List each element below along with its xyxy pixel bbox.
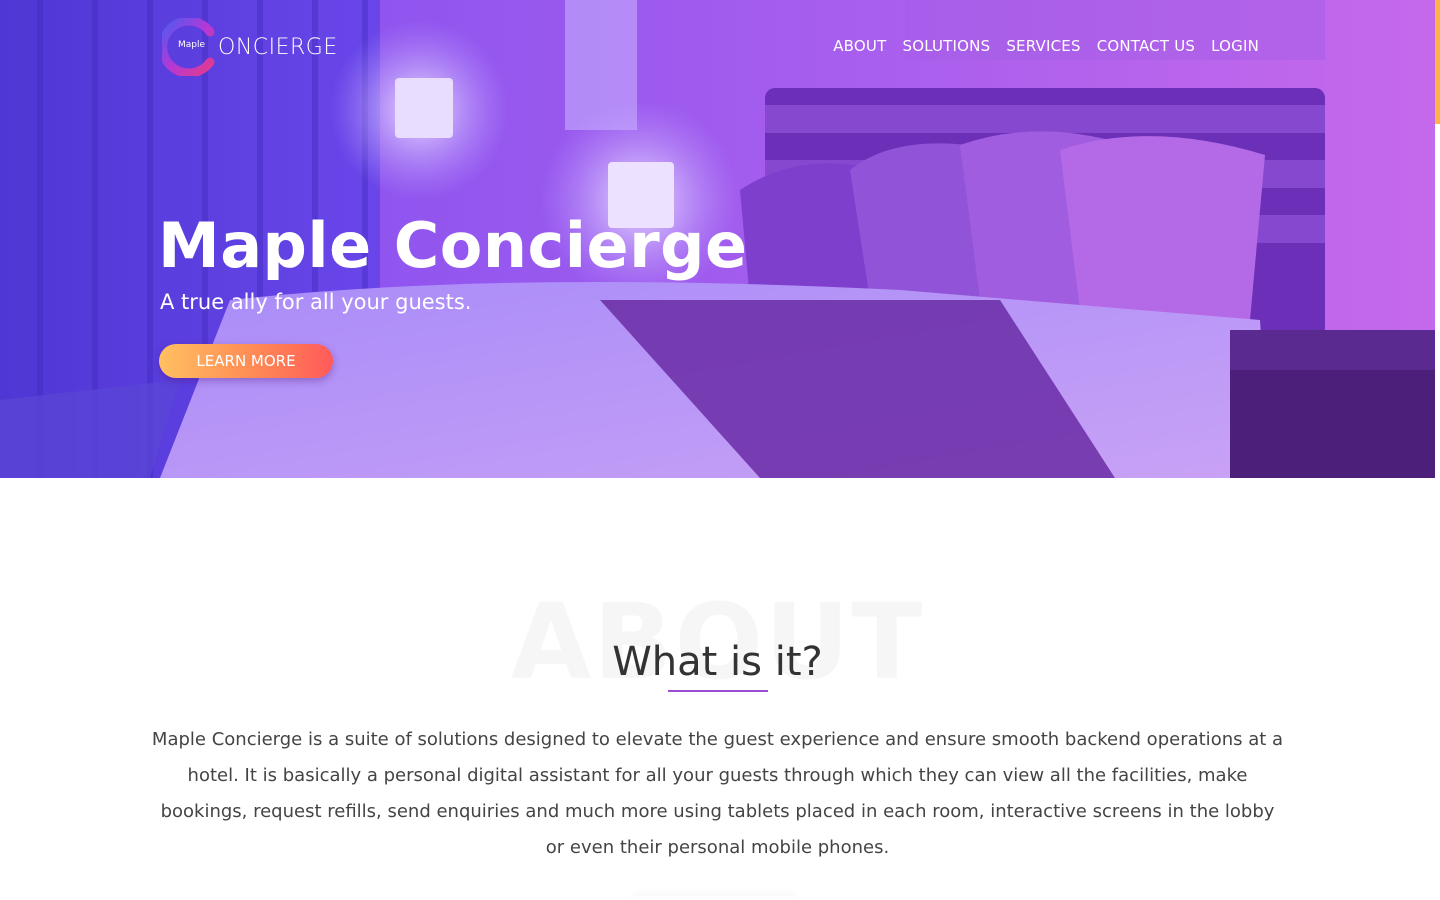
brand-logo[interactable]: Maple ONCIERGE — [162, 18, 338, 76]
nav-item-about[interactable]: ABOUT — [833, 36, 886, 56]
logo-wordmark: ONCIERGE — [218, 34, 338, 60]
nav-item-services[interactable]: SERVICES — [1006, 36, 1080, 56]
divider — [632, 896, 796, 900]
heading-underline — [668, 690, 768, 692]
logo-small-text: Maple — [178, 40, 206, 50]
hero-subtitle: A true ally for all your guests. — [160, 290, 472, 314]
scrollbar-thumb[interactable] — [1435, 0, 1440, 124]
maple-c-logo-icon: Maple — [162, 18, 216, 76]
hero-title: Maple Concierge — [158, 209, 748, 282]
learn-more-button[interactable]: LEARN MORE — [159, 344, 333, 378]
hero-section: Maple ONCIERGE ABOUT SOLUTIONS SERVICES … — [0, 0, 1435, 478]
nav-item-solutions[interactable]: SOLUTIONS — [902, 36, 990, 56]
nav-item-contact-us[interactable]: CONTACT US — [1097, 36, 1195, 56]
nav-item-login[interactable]: LOGIN — [1211, 36, 1259, 56]
about-heading: What is it? — [612, 639, 823, 685]
about-description: Maple Concierge is a suite of solutions … — [151, 729, 1284, 858]
main-nav: ABOUT SOLUTIONS SERVICES CONTACT US LOGI… — [833, 36, 1259, 56]
scrollbar[interactable] — [1435, 0, 1440, 900]
